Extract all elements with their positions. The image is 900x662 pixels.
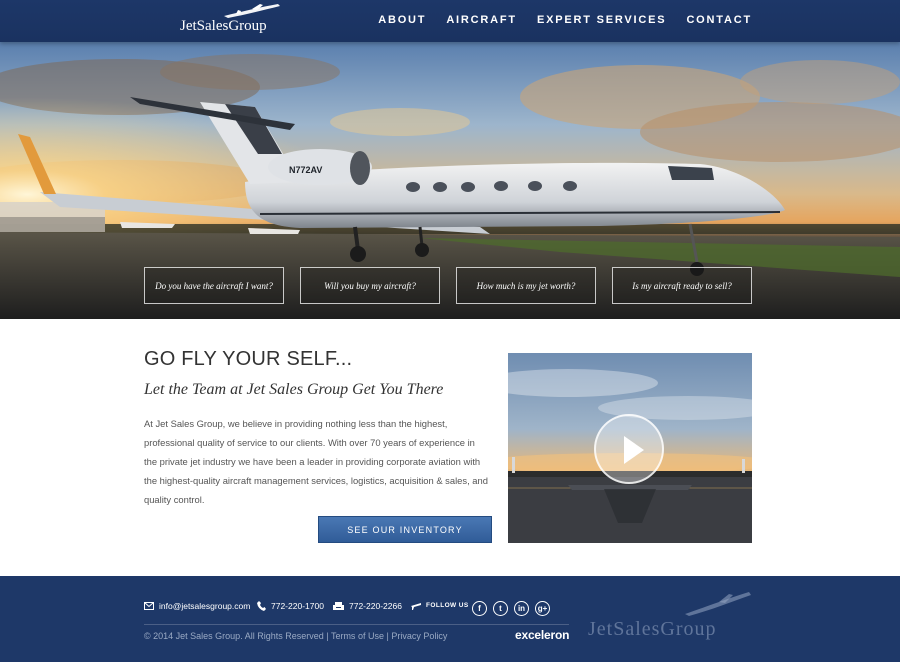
email-icon xyxy=(144,602,154,610)
legal-line: © 2014 Jet Sales Group. All Rights Reser… xyxy=(144,631,447,641)
logo-text: JetSalesGroup xyxy=(180,18,267,34)
nav-about[interactable]: ABOUT xyxy=(378,14,426,26)
separator: | xyxy=(386,631,389,641)
hero-banner: N772AV Do you have the aircraft I want? … xyxy=(0,42,900,319)
question-ready-to-sell-button[interactable]: Is my aircraft ready to sell? xyxy=(612,267,752,304)
follow-us-label: FOLLOW US xyxy=(426,602,469,609)
footer-fax: 772-220-2266 xyxy=(333,601,402,611)
email-text: info@jetsalesgroup.com xyxy=(159,601,251,611)
googleplus-icon[interactable]: g+ xyxy=(535,601,550,616)
site-logo[interactable]: JetSalesGroup xyxy=(180,2,290,38)
fax-icon xyxy=(333,601,344,611)
site-header: JetSalesGroup ABOUT AIRCRAFT EXPERT SERV… xyxy=(0,0,900,42)
footer-logo-text: JetSalesGroup xyxy=(588,618,717,640)
question-have-aircraft-button[interactable]: Do you have the aircraft I want? xyxy=(144,267,284,304)
twitter-icon[interactable]: t xyxy=(493,601,508,616)
facebook-icon[interactable]: f xyxy=(472,601,487,616)
tail-number: N772AV xyxy=(289,165,322,175)
phone-text: 772-220-1700 xyxy=(271,601,324,611)
separator: | xyxy=(326,631,329,641)
jet-logo-icon xyxy=(685,592,751,616)
page-subtitle: Let the Team at Jet Sales Group Get You … xyxy=(144,381,444,398)
see-inventory-button[interactable]: SEE OUR INVENTORY xyxy=(318,516,492,543)
nav-aircraft[interactable]: AIRCRAFT xyxy=(446,14,517,26)
terms-link[interactable]: Terms of Use xyxy=(331,631,384,641)
social-links: f t in g+ xyxy=(472,601,550,616)
privacy-link[interactable]: Privacy Policy xyxy=(391,631,447,641)
linkedin-icon[interactable]: in xyxy=(514,601,529,616)
page-title: GO FLY YOUR SELF... xyxy=(144,348,353,370)
nav-contact[interactable]: CONTACT xyxy=(686,14,752,26)
site-footer: info@jetsalesgroup.com 772-220-1700 772-… xyxy=(0,576,900,662)
question-jet-worth-button[interactable]: How much is my jet worth? xyxy=(456,267,596,304)
main-nav: ABOUT AIRCRAFT EXPERT SERVICES CONTACT xyxy=(378,14,752,26)
play-icon[interactable] xyxy=(594,414,664,484)
footer-phone[interactable]: 772-220-1700 xyxy=(257,601,324,611)
plane-icon xyxy=(411,601,421,610)
footer-email[interactable]: info@jetsalesgroup.com xyxy=(144,601,250,611)
footer-logo: JetSalesGroup xyxy=(588,592,758,644)
footer-divider xyxy=(144,624,569,625)
intro-paragraph: At Jet Sales Group, we believe in provid… xyxy=(144,418,488,505)
phone-icon xyxy=(257,601,266,611)
copyright: © 2014 Jet Sales Group. All Rights Reser… xyxy=(144,631,324,641)
follow-us: FOLLOW US xyxy=(411,601,469,610)
video-player[interactable] xyxy=(508,353,752,543)
jet-photo: N772AV xyxy=(0,42,900,319)
exceleron-logo[interactable]: exceleron xyxy=(515,628,569,642)
question-buy-aircraft-button[interactable]: Will you buy my aircraft? xyxy=(300,267,440,304)
nav-expert-services[interactable]: EXPERT SERVICES xyxy=(537,14,667,26)
fax-text: 772-220-2266 xyxy=(349,601,402,611)
